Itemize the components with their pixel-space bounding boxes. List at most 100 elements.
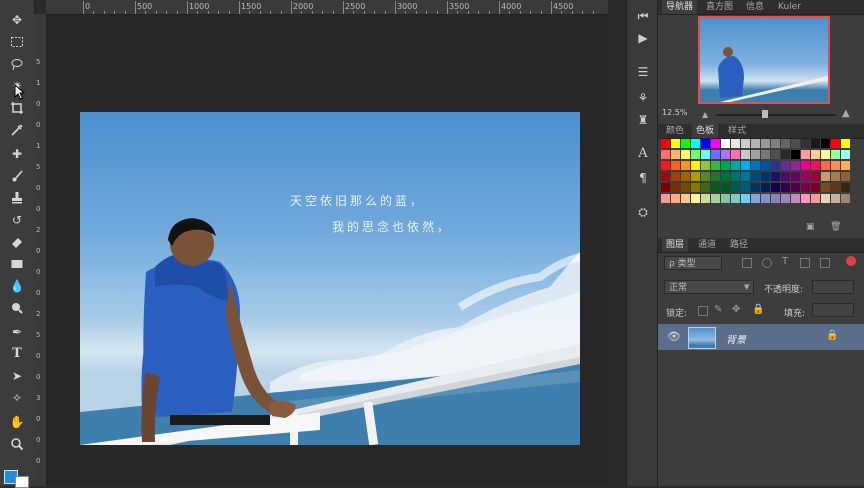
color-swatch[interactable] [811,172,820,181]
adjustments-icon[interactable]: ☰ [635,64,651,80]
color-swatch[interactable] [661,183,670,192]
tab-kuler[interactable]: Kuler [774,0,805,14]
eyedropper-tool-icon[interactable] [6,120,28,140]
color-swatch[interactable] [711,139,720,148]
color-swatch[interactable] [701,161,710,170]
color-swatch[interactable] [761,172,770,181]
color-swatch[interactable] [721,161,730,170]
color-swatch[interactable] [701,150,710,159]
color-swatch[interactable] [761,194,770,203]
filter-toggle-icon[interactable] [846,256,856,266]
filter-type-icon[interactable]: T [782,256,788,267]
color-swatch[interactable] [671,161,680,170]
layer-filter-select[interactable]: ρ 类型 [664,256,722,270]
color-swatch[interactable] [711,183,720,192]
color-swatch[interactable] [721,183,730,192]
filter-pixel-icon[interactable] [742,258,752,268]
color-swatch[interactable] [791,150,800,159]
color-swatch[interactable] [801,183,810,192]
blend-mode-select[interactable]: 正常 [664,280,754,294]
color-swatch[interactable] [841,194,850,203]
tab-styles[interactable]: 样式 [724,124,750,138]
color-swatch[interactable] [841,150,850,159]
color-swatch[interactable] [681,150,690,159]
background-color-swatch[interactable] [15,476,29,488]
color-swatch[interactable] [671,150,680,159]
color-swatch[interactable] [831,194,840,203]
color-swatch[interactable] [781,172,790,181]
zoom-level[interactable]: 12.5% [662,108,687,117]
clone-stamp-tool-icon[interactable] [6,188,28,208]
color-swatch[interactable] [691,183,700,192]
color-swatch[interactable] [771,172,780,181]
color-swatch[interactable] [811,139,820,148]
color-swatch[interactable] [841,183,850,192]
tab-paths[interactable]: 路径 [726,238,752,252]
color-swatch[interactable] [721,150,730,159]
opacity-input[interactable] [812,280,854,294]
color-swatch[interactable] [821,150,830,159]
history-panel-icon[interactable]: ⏮ [635,8,651,24]
color-swatch[interactable] [811,161,820,170]
navigator-preview[interactable] [698,16,830,104]
color-swatch[interactable] [701,139,710,148]
color-swatch[interactable] [811,150,820,159]
color-swatch[interactable] [741,183,750,192]
color-swatch[interactable] [791,139,800,148]
pen-tool-icon[interactable]: ✒ [6,322,28,342]
color-swatch[interactable] [781,161,790,170]
color-swatch[interactable] [701,183,710,192]
color-swatch[interactable] [701,172,710,181]
color-swatch[interactable] [741,150,750,159]
color-swatch[interactable] [661,161,670,170]
color-swatch[interactable] [791,194,800,203]
lock-all-icon[interactable]: 🔒 [752,304,764,315]
tab-navigator[interactable]: 导航器 [662,0,698,14]
color-swatch[interactable] [781,150,790,159]
color-swatch[interactable] [691,161,700,170]
color-swatch[interactable] [681,194,690,203]
color-swatch[interactable] [781,194,790,203]
color-swatch[interactable] [661,172,670,181]
lock-position-icon[interactable]: ✥ [732,304,740,315]
color-swatch[interactable] [801,172,810,181]
color-swatch[interactable] [751,194,760,203]
tab-info[interactable]: 信息 [742,0,768,14]
new-swatch-icon[interactable]: ▣ [806,222,815,232]
color-swatch[interactable] [801,194,810,203]
color-swatch[interactable] [741,139,750,148]
color-swatch[interactable] [761,183,770,192]
actions-play-icon[interactable]: ▶ [635,30,651,46]
color-swatch[interactable] [671,183,680,192]
color-swatch[interactable] [721,194,730,203]
zoom-out-icon[interactable]: ▲ [702,110,708,119]
eraser-tool-icon[interactable] [6,232,28,252]
move-tool-icon[interactable]: ✥ [6,10,28,30]
character-panel-icon[interactable]: A [635,146,651,162]
color-swatch[interactable] [841,161,850,170]
lock-transparent-icon[interactable] [698,306,708,316]
color-swatch[interactable] [711,150,720,159]
color-swatch[interactable] [831,183,840,192]
color-swatch[interactable] [791,183,800,192]
color-swatch[interactable] [731,161,740,170]
filter-smart-object-icon[interactable] [820,258,830,268]
tab-channels[interactable]: 通道 [694,238,720,252]
color-swatch[interactable] [721,172,730,181]
path-selection-tool-icon[interactable]: ➤ [6,366,28,386]
color-swatch[interactable] [801,139,810,148]
type-tool-icon[interactable]: T [6,344,28,364]
color-swatch[interactable] [801,161,810,170]
color-swatch[interactable] [661,139,670,148]
color-swatch[interactable] [671,139,680,148]
filter-adjustment-icon[interactable] [762,258,772,268]
color-swatch[interactable] [801,150,810,159]
color-swatch[interactable] [681,139,690,148]
color-swatch[interactable] [761,161,770,170]
zoom-slider-handle[interactable] [762,110,768,118]
tab-layers[interactable]: 图层 [662,238,689,252]
color-swatch[interactable] [761,150,770,159]
gradient-tool-icon[interactable] [6,254,28,274]
color-swatch[interactable] [811,194,820,203]
color-swatch[interactable] [721,139,730,148]
